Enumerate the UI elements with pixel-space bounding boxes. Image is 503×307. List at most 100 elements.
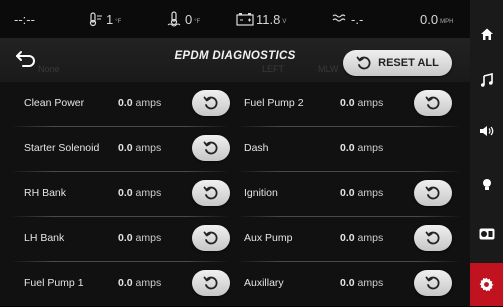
home-icon xyxy=(480,28,493,40)
current-unit: amps xyxy=(357,232,384,244)
current-value: 0.0 xyxy=(340,187,355,199)
circuit-name: Ignition xyxy=(244,187,278,199)
circuit-row: RH Bank 0.0 amps Ignition 0.0 amps xyxy=(0,172,470,217)
page-header: None LEFT MLW EPDM DIAGNOSTICS RESET ALL xyxy=(0,38,470,82)
circuit-row: Starter Solenoid 0.0 amps Dash 0.0 amps xyxy=(0,127,470,172)
water-temp-readout: 0 °F xyxy=(167,0,200,38)
current-value: 0.0 xyxy=(340,232,355,244)
circuit-current: 0.0 amps xyxy=(118,187,161,199)
circuit-name: Auxillary xyxy=(244,277,284,289)
current-value: 0.0 xyxy=(340,142,355,154)
clock-readout: --:-- xyxy=(14,0,35,38)
reset-circuit-button[interactable] xyxy=(414,180,452,206)
circuit-current: 0.0 amps xyxy=(340,142,383,154)
water-temp-unit: °F xyxy=(194,18,201,25)
reset-icon xyxy=(425,96,440,110)
circuit-name: LH Bank xyxy=(24,232,65,244)
current-value: 0.0 xyxy=(118,187,133,199)
reset-circuit-button[interactable] xyxy=(192,270,230,296)
reset-circuit-button[interactable] xyxy=(192,180,230,206)
reset-circuit-button[interactable] xyxy=(192,90,230,116)
oil-pressure-unit: °F xyxy=(115,18,122,25)
circuit-name: Fuel Pump 1 xyxy=(24,277,84,289)
ghost-label-mlw: MLW xyxy=(318,64,339,74)
circuit-name: Aux Pump xyxy=(244,232,293,244)
circuit-row: Fuel Pump 1 0.0 amps Auxillary 0.0 amps xyxy=(0,262,470,307)
current-value: 0.0 xyxy=(340,277,355,289)
sidebar-item-home[interactable] xyxy=(470,12,503,55)
reset-circuit-button[interactable] xyxy=(414,90,452,116)
current-unit: amps xyxy=(357,142,384,154)
circuit-current: 0.0 amps xyxy=(118,142,161,154)
circuit-current: 0.0 amps xyxy=(118,232,161,244)
speed-value: 0.0 xyxy=(420,11,439,27)
current-unit: amps xyxy=(357,187,384,199)
sidebar-item-gauges[interactable] xyxy=(470,212,503,255)
reset-all-label: RESET ALL xyxy=(378,57,439,69)
reset-circuit-button[interactable] xyxy=(414,225,452,251)
reset-icon xyxy=(356,56,371,70)
battery-icon xyxy=(236,13,254,26)
speed-readout: 0.0 MPH xyxy=(420,0,453,38)
circuit-grid: Clean Power 0.0 amps Fuel Pump 2 0.0 amps St… xyxy=(0,82,470,306)
oil-pressure-value: 1 xyxy=(106,11,114,27)
reset-icon xyxy=(425,186,440,200)
sidebar-item-settings[interactable] xyxy=(470,263,503,306)
circuit-current: 0.0 amps xyxy=(340,277,383,289)
auxiliary-readout: -.- xyxy=(331,0,363,38)
current-unit: amps xyxy=(135,277,162,289)
light-bulb-icon xyxy=(482,178,491,190)
current-unit: amps xyxy=(135,187,162,199)
voltage-value: 11.8 xyxy=(256,11,281,27)
reset-icon xyxy=(203,276,218,290)
voltage-readout: 11.8 V xyxy=(236,0,286,38)
current-value: 0.0 xyxy=(118,97,133,109)
sidebar-item-music[interactable] xyxy=(470,58,503,101)
reset-icon xyxy=(425,231,440,245)
reset-icon xyxy=(203,141,218,155)
circuit-current: 0.0 amps xyxy=(340,187,383,199)
current-value: 0.0 xyxy=(118,142,133,154)
ghost-label-none: None xyxy=(38,64,60,74)
voltage-unit: V xyxy=(282,18,287,25)
sidebar-item-audio[interactable] xyxy=(470,109,503,152)
circuit-current: 0.0 amps xyxy=(340,97,383,109)
gauge-display-icon xyxy=(479,228,494,239)
ghost-label-left: LEFT xyxy=(262,64,285,74)
current-unit: amps xyxy=(135,232,162,244)
oil-temp-icon xyxy=(89,12,102,27)
speed-unit: MPH xyxy=(440,18,454,25)
reset-circuit-button[interactable] xyxy=(192,225,230,251)
status-bar: --:-- 1 °F 0 °F 11.8 V -.- 0.0 MPH xyxy=(0,0,470,38)
oil-pressure-readout: 1 °F xyxy=(88,0,121,38)
current-value: 0.0 xyxy=(118,232,133,244)
sidebar-item-lighting[interactable] xyxy=(470,163,503,206)
current-value: 0.0 xyxy=(340,97,355,109)
current-unit: amps xyxy=(135,97,162,109)
circuit-current: 0.0 amps xyxy=(118,277,161,289)
circuit-name: RH Bank xyxy=(24,187,67,199)
current-unit: amps xyxy=(135,142,162,154)
reset-circuit-button[interactable] xyxy=(192,135,230,161)
reset-icon xyxy=(425,276,440,290)
circuit-current: 0.0 amps xyxy=(340,232,383,244)
water-temp-value: 0 xyxy=(185,11,193,27)
time-value: --:-- xyxy=(14,11,35,27)
settings-gear-icon xyxy=(479,277,494,292)
reset-all-button[interactable]: RESET ALL xyxy=(343,50,452,76)
circuit-name: Fuel Pump 2 xyxy=(244,97,304,109)
auxiliary-value: -.- xyxy=(351,11,364,27)
wave-icon xyxy=(332,14,346,22)
reset-circuit-button[interactable] xyxy=(414,270,452,296)
reset-icon xyxy=(203,231,218,245)
circuit-current: 0.0 amps xyxy=(118,97,161,109)
current-unit: amps xyxy=(357,277,384,289)
current-value: 0.0 xyxy=(118,277,133,289)
coolant-temp-icon xyxy=(167,11,181,27)
current-unit: amps xyxy=(357,97,384,109)
circuit-name: Starter Solenoid xyxy=(24,142,100,154)
music-note-icon xyxy=(480,72,493,87)
circuit-row: LH Bank 0.0 amps Aux Pump 0.0 amps xyxy=(0,217,470,262)
right-sidebar xyxy=(470,0,503,306)
reset-icon xyxy=(203,96,218,110)
